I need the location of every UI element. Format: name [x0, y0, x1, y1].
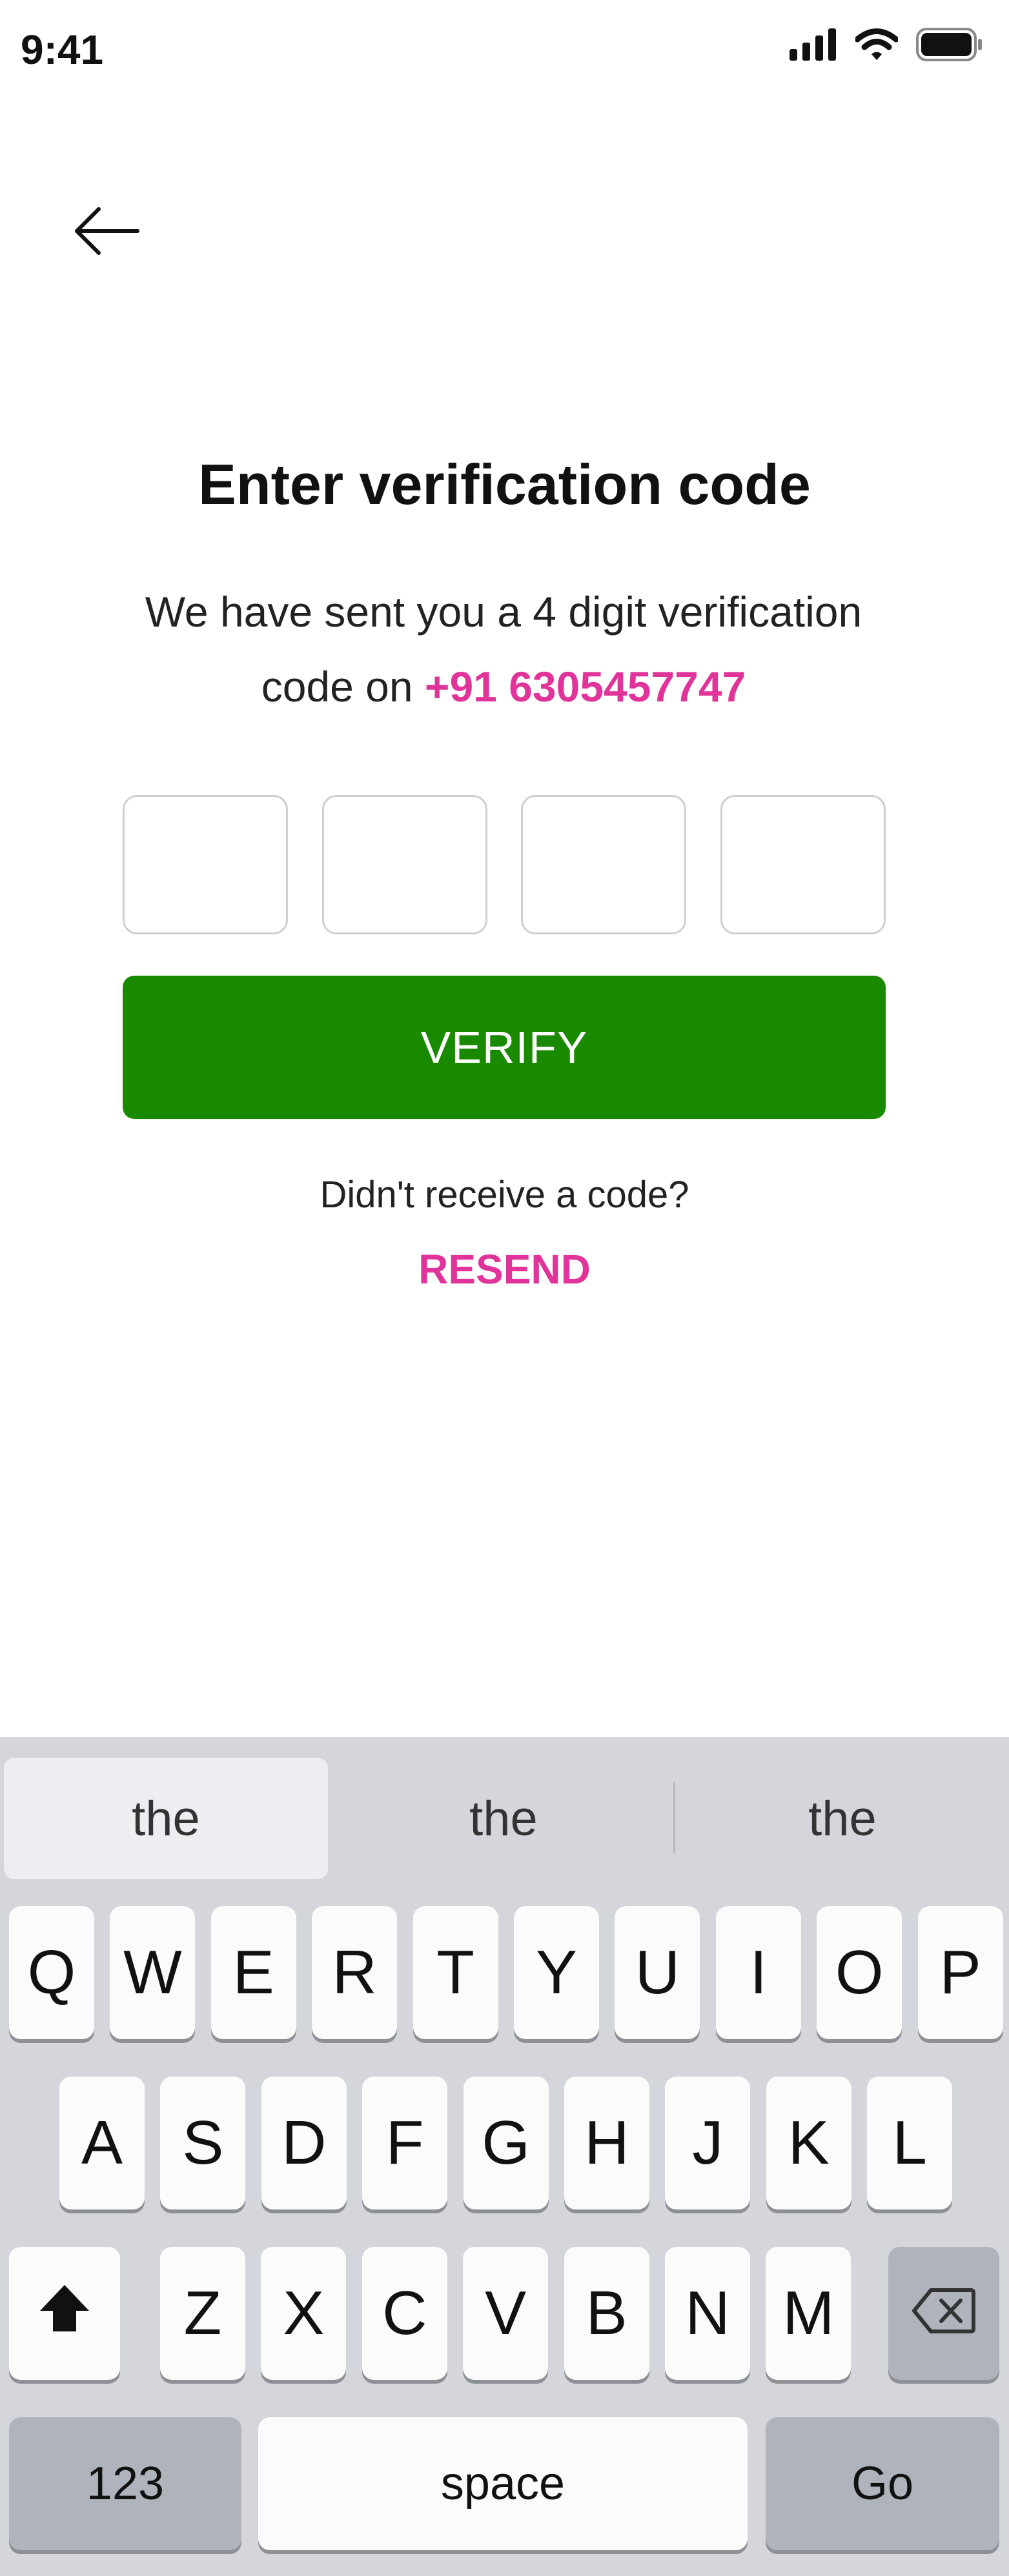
signal-icon	[790, 28, 837, 64]
key-i[interactable]: I	[715, 1906, 801, 2039]
phone-number: +91 6305457747	[424, 663, 746, 710]
key-v[interactable]: V	[463, 2247, 549, 2380]
otp-digit-2[interactable]	[321, 795, 487, 934]
otp-digit-3[interactable]	[521, 795, 687, 934]
numbers-key[interactable]: 123	[9, 2417, 241, 2550]
otp-digit-1[interactable]	[123, 795, 288, 934]
subtitle-line2: code on +91 6305457747	[116, 649, 891, 724]
key-e[interactable]: E	[210, 1906, 296, 2039]
suggestion-1[interactable]: the	[4, 1758, 328, 1879]
otp-digit-4[interactable]	[720, 795, 886, 934]
key-c[interactable]: C	[362, 2247, 447, 2380]
key-w[interactable]: W	[110, 1906, 196, 2039]
key-s[interactable]: S	[160, 2077, 246, 2209]
key-o[interactable]: O	[817, 1906, 902, 2039]
key-t[interactable]: T	[413, 1906, 498, 2039]
key-x[interactable]: X	[261, 2247, 347, 2380]
key-r[interactable]: R	[312, 1906, 398, 2039]
status-icons	[790, 23, 983, 68]
status-time: 9:41	[21, 26, 104, 73]
key-b[interactable]: B	[564, 2247, 649, 2380]
key-n[interactable]: N	[665, 2247, 750, 2380]
key-z[interactable]: Z	[160, 2247, 245, 2380]
backspace-key[interactable]	[888, 2247, 999, 2380]
suggestion-2[interactable]: the	[336, 1758, 671, 1879]
key-y[interactable]: Y	[514, 1906, 599, 2039]
resend-prompt: Didn't receive a code?	[320, 1174, 689, 1216]
key-g[interactable]: G	[463, 2077, 549, 2209]
key-m[interactable]: M	[766, 2247, 851, 2380]
resend-link[interactable]: RESEND	[0, 1245, 1009, 1293]
subtitle-line1: We have sent you a 4 digit verification	[145, 588, 862, 636]
suggestion-bar: the the the	[0, 1737, 1009, 1886]
key-l[interactable]: L	[867, 2077, 953, 2209]
suggestion-3[interactable]: the	[678, 1758, 1007, 1879]
battery-icon	[916, 27, 983, 65]
key-f[interactable]: F	[362, 2077, 448, 2209]
arrow-left-icon	[73, 205, 140, 260]
shift-key[interactable]	[9, 2247, 120, 2380]
key-q[interactable]: Q	[9, 1906, 94, 2039]
shift-icon	[37, 2278, 92, 2349]
otp-inputs	[123, 795, 886, 937]
key-d[interactable]: D	[261, 2077, 347, 2209]
backspace-icon	[912, 2278, 976, 2349]
keyboard: the the the QWERTYUIOP ASDFGHJKL ZXCVBNM…	[0, 1737, 1009, 2576]
key-a[interactable]: A	[59, 2077, 145, 2209]
key-h[interactable]: H	[564, 2077, 649, 2209]
subtitle-line2-prefix: code on	[261, 663, 425, 710]
wifi-icon	[854, 28, 899, 64]
suggestion-divider	[673, 1782, 675, 1853]
key-k[interactable]: K	[766, 2077, 851, 2209]
verify-button[interactable]: VERIFY	[123, 976, 886, 1119]
key-u[interactable]: U	[615, 1906, 700, 2039]
key-j[interactable]: J	[665, 2077, 751, 2209]
key-p[interactable]: P	[917, 1906, 1003, 2039]
page-title: Enter verification code	[198, 452, 811, 516]
space-key[interactable]: space	[258, 2417, 748, 2550]
subtitle: We have sent you a 4 digit verification …	[116, 574, 891, 724]
go-key[interactable]: Go	[766, 2417, 999, 2550]
back-button[interactable]	[65, 194, 148, 271]
